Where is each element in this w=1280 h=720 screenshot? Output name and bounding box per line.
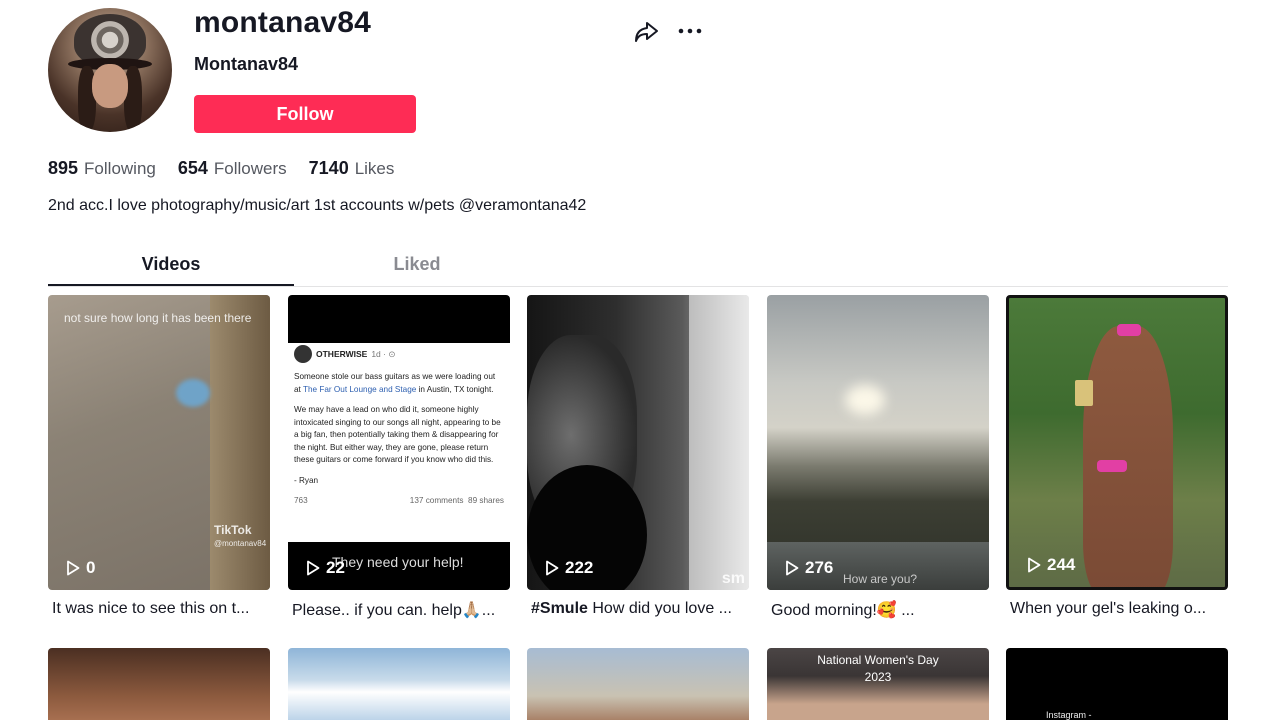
post-reactions: 763	[294, 496, 308, 505]
video-thumbnail[interactable]	[48, 648, 270, 720]
video-thumbnail[interactable]: Instagram -	[1006, 648, 1228, 720]
play-icon	[67, 560, 80, 576]
play-icon	[786, 560, 799, 576]
video-caption[interactable]: #Smule How did you love ...	[527, 600, 749, 618]
overlay-year: 2023	[864, 670, 892, 684]
profile-nickname: Montanav84	[194, 54, 299, 74]
view-count: 244	[1027, 555, 1075, 575]
video-thumbnail[interactable]: National Women's Day 2023	[767, 648, 989, 720]
view-count-value: 276	[805, 558, 834, 577]
thumbnail-drink-cup	[1075, 380, 1093, 406]
video-caption[interactable]: When your gel's leaking o...	[1006, 600, 1228, 618]
post-header: OTHERWISE 1d · ⊙	[294, 345, 504, 363]
watermark-handle: @montanav84	[214, 539, 267, 548]
video-overlay-text: Instagram -	[1046, 710, 1092, 720]
post-time: 1d · ⊙	[371, 348, 396, 359]
post-text: in Austin, TX tonight.	[416, 384, 494, 394]
view-count-value: 244	[1047, 555, 1076, 574]
thumbnail-pink-bow	[1117, 324, 1141, 336]
stat-value: 895	[48, 158, 79, 178]
post-link: The Far Out Lounge and Stage	[302, 384, 417, 394]
video-card[interactable]: sm 222 #Smule How did you love ...	[527, 295, 749, 618]
video-card[interactable]: not sure how long it has been there TikT…	[48, 295, 270, 618]
video-thumbnail[interactable]	[288, 648, 510, 720]
video-overlay-text: National Women's Day 2023	[767, 652, 989, 686]
post-account: OTHERWISE	[316, 348, 368, 359]
profile-tabs: Videos Liked	[48, 250, 1228, 287]
video-thumbnail[interactable]: How are you? 276	[767, 295, 989, 590]
more-dots-icon[interactable]	[676, 18, 704, 46]
view-count: 22	[306, 558, 345, 578]
play-icon	[1028, 557, 1041, 573]
video-thumbnail[interactable]	[527, 648, 749, 720]
play-icon	[307, 560, 320, 576]
caption-hashtag[interactable]: #Smule	[531, 600, 588, 617]
overlay-title: National Women's Day	[817, 653, 939, 667]
video-caption[interactable]: Please.. if you can. help🙏🏼...	[288, 600, 510, 620]
view-count-value: 0	[86, 558, 96, 577]
video-overlay-text: How are you?	[843, 572, 918, 586]
video-thumbnail[interactable]: OTHERWISE 1d · ⊙ Someone stole our bass …	[288, 295, 510, 590]
post-footer: 763 137 comments 89 shares	[294, 495, 504, 508]
stat-value: 7140	[308, 158, 349, 178]
thumbnail-sun	[845, 385, 885, 415]
post-paragraph-1: Someone stole our bass guitars as we wer…	[294, 371, 504, 396]
play-icon	[546, 560, 559, 576]
smule-watermark: sm	[721, 570, 745, 587]
stat-followers[interactable]: 654 Followers	[178, 158, 287, 179]
avatar-face	[92, 64, 128, 108]
video-thumbnail[interactable]: 244	[1006, 295, 1228, 590]
stat-following[interactable]: 895 Following	[48, 158, 156, 179]
video-caption[interactable]: It was nice to see this on t...	[48, 600, 270, 618]
tiktok-watermark: TikTok	[214, 523, 252, 537]
post-shares: 89 shares	[468, 496, 504, 505]
post-paragraph-2: We may have a lead on who did it, someon…	[294, 405, 501, 464]
post-signature: - Ryan	[294, 475, 319, 485]
video-card[interactable]: OTHERWISE 1d · ⊙ Someone stole our bass …	[288, 295, 510, 620]
thumbnail-pink-belt	[1097, 460, 1127, 472]
active-tab-indicator	[48, 284, 294, 286]
video-thumbnail[interactable]: not sure how long it has been there TikT…	[48, 295, 270, 590]
post-avatar	[294, 345, 312, 363]
video-overlay-text: not sure how long it has been there	[64, 311, 252, 325]
post-comments: 137 comments	[409, 496, 464, 505]
embedded-post: OTHERWISE 1d · ⊙ Someone stole our bass …	[294, 345, 504, 508]
tab-liked[interactable]: Liked	[294, 254, 540, 275]
stat-value: 654	[177, 158, 208, 178]
stat-label: Following	[84, 159, 156, 178]
view-count: 276	[785, 558, 833, 578]
stat-label: Followers	[213, 159, 287, 178]
view-count-value: 22	[326, 558, 345, 577]
stat-label: Likes	[354, 159, 395, 178]
stat-likes: 7140 Likes	[309, 158, 395, 179]
thumbnail-wall	[689, 295, 749, 590]
view-count: 222	[545, 558, 593, 578]
caption-text: How did you love ...	[587, 600, 732, 617]
video-overlay-text: They need your help!	[332, 554, 464, 570]
video-caption[interactable]: Good morning!🥰 ...	[767, 600, 989, 620]
view-count-value: 222	[565, 558, 594, 577]
thumbnail-chalk-mark	[176, 379, 210, 407]
view-count: 0	[66, 558, 95, 578]
profile-stats: 895 Following 654 Followers 7140 Likes	[48, 158, 394, 179]
profile-username: montanav84	[194, 6, 372, 39]
share-arrow-icon[interactable]	[632, 18, 660, 46]
profile-avatar[interactable]	[48, 8, 172, 132]
thumbnail-top-bar	[288, 295, 510, 343]
thumbnail-costume-figure	[1083, 326, 1173, 587]
video-thumbnail[interactable]: sm 222	[527, 295, 749, 590]
video-card[interactable]: How are you? 276 Good morning!🥰 ...	[767, 295, 989, 620]
tab-videos[interactable]: Videos	[48, 254, 294, 275]
video-card[interactable]: 244 When your gel's leaking o...	[1006, 295, 1228, 618]
follow-button[interactable]: Follow	[194, 95, 416, 133]
profile-bio: 2nd acc.I love photography/music/art 1st…	[48, 197, 587, 214]
